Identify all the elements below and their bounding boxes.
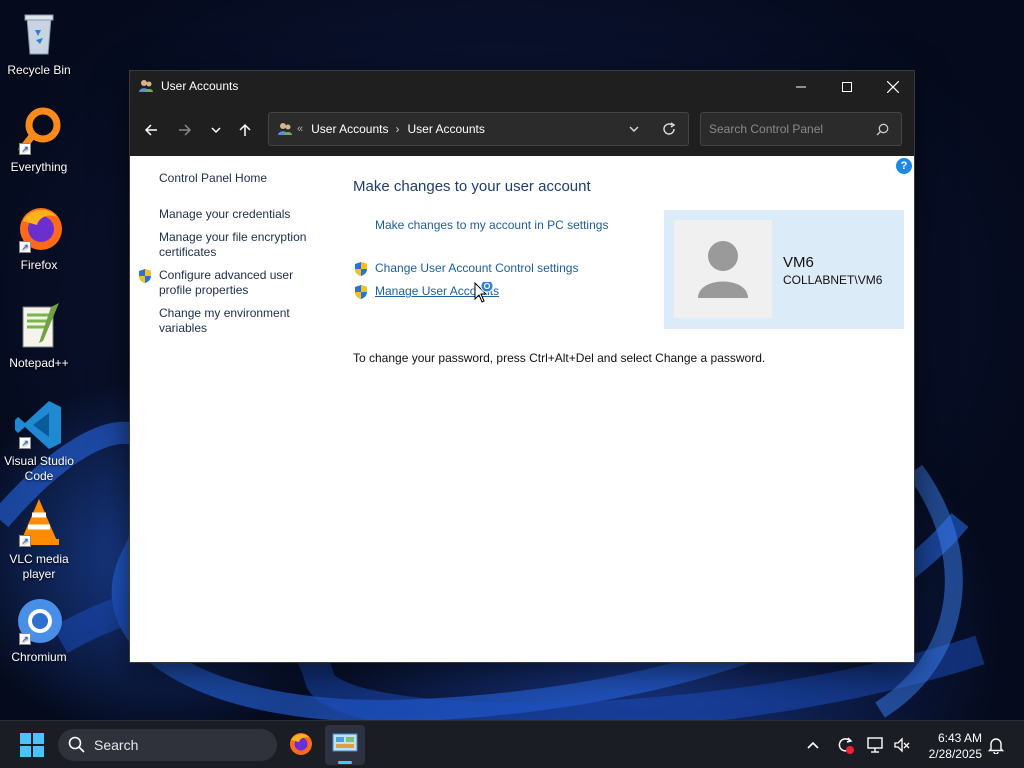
firefox-icon (290, 733, 312, 755)
network-icon[interactable] (866, 735, 886, 755)
title-bar[interactable]: User Accounts (130, 71, 914, 102)
desktop-icon-label: Everything (10, 160, 68, 174)
volume-muted-icon[interactable] (892, 735, 912, 755)
windows-logo-icon (20, 733, 44, 757)
maximize-button[interactable] (824, 71, 870, 102)
back-button[interactable] (139, 118, 163, 142)
forward-button[interactable] (173, 118, 197, 142)
chevron-down-icon (629, 126, 639, 132)
clock-time: 6:43 AM (937, 731, 982, 745)
everything-icon: ↗ (13, 105, 65, 157)
advanced-profile-properties-link[interactable]: Configure advanced user profile properti… (159, 268, 319, 298)
arrow-up-icon (239, 123, 251, 136)
navigation-bar: « User Accounts › User Accounts (130, 102, 914, 156)
active-indicator (338, 761, 352, 764)
loading-cursor-icon (474, 282, 496, 303)
show-hidden-icons-button[interactable] (803, 735, 823, 755)
control-panel-icon (332, 733, 358, 752)
search-input[interactable] (709, 122, 869, 136)
desktop-icon-label: Recycle Bin (7, 63, 71, 77)
user-domain: COLLABNET\VM6 (783, 273, 883, 287)
desktop-icon-everything[interactable]: ↗ Everything (0, 105, 78, 175)
window-title: User Accounts (161, 79, 239, 93)
clock[interactable]: 6:43 AM 2/28/2025 (929, 730, 982, 762)
close-button[interactable] (870, 71, 916, 102)
manage-credentials-link[interactable]: Manage your credentials (159, 207, 319, 222)
desktop-icon-notepadpp[interactable]: Notepad++ (0, 301, 78, 371)
chromium-icon: ↗ (13, 595, 65, 647)
taskbar-search-label: Search (94, 737, 139, 753)
taskbar-search[interactable]: Search (58, 729, 277, 761)
breadcrumb-separator-icon: › (395, 122, 400, 136)
desktop-icon-label: Firefox (20, 258, 58, 272)
recycle-bin-icon (13, 8, 65, 60)
arrow-left-icon (144, 124, 157, 136)
search-icon (68, 736, 85, 753)
desktop-icon-label: Visual Studio Code (4, 454, 74, 483)
user-accounts-window: User Accounts « User Accounts › User Acc… (129, 70, 915, 663)
taskbar: Search 6:43 AM 2/28/2025 (0, 720, 1024, 768)
control-panel-home-link[interactable]: Control Panel Home (159, 171, 319, 186)
help-button[interactable]: ? (896, 158, 912, 174)
desktop-icon-label: Chromium (11, 650, 67, 664)
user-name: VM6 (783, 254, 814, 271)
breadcrumb-overflow[interactable]: « (297, 123, 303, 135)
uac-shield-icon (353, 261, 369, 277)
clock-date: 2/28/2025 (928, 747, 982, 761)
refresh-button[interactable] (662, 122, 676, 136)
search-control-panel[interactable] (700, 112, 902, 146)
close-icon (887, 80, 899, 93)
password-change-note: To change your password, press Ctrl+Alt+… (353, 351, 766, 365)
address-bar[interactable]: « User Accounts › User Accounts (268, 112, 689, 146)
maximize-icon (842, 81, 852, 92)
desktop-icon-label: Notepad++ (9, 356, 69, 370)
uac-settings-link[interactable]: Change User Account Control settings (375, 261, 578, 275)
desktop-icon-label: VLC media player (9, 552, 69, 581)
environment-variables-link[interactable]: Change my environment variables (159, 306, 319, 336)
minimize-icon (796, 86, 806, 87)
file-encryption-link[interactable]: Manage your file encryption certificates (159, 230, 319, 260)
firefox-icon: ↗ (13, 203, 65, 255)
chevron-up-icon (807, 741, 819, 749)
address-dropdown-button[interactable] (628, 123, 640, 135)
avatar[interactable] (674, 220, 772, 318)
notifications-button[interactable] (986, 735, 1006, 755)
desktop-icon-chromium[interactable]: ↗ Chromium (0, 595, 78, 665)
minimize-button[interactable] (778, 71, 824, 102)
update-status-icon[interactable] (835, 735, 855, 755)
user-accounts-small-icon (277, 121, 293, 137)
content-area: ? Control Panel Home Manage your credent… (130, 156, 914, 662)
user-silhouette-icon (698, 241, 748, 298)
desktop-icon-vlc[interactable]: ↗ VLC media player (0, 497, 78, 582)
uac-shield-icon (137, 268, 153, 284)
chevron-down-icon (211, 127, 221, 134)
breadcrumb-item[interactable]: User Accounts (311, 122, 388, 136)
search-icon[interactable] (876, 123, 889, 136)
recent-locations-button[interactable] (204, 118, 228, 142)
desktop-icon-recycle-bin[interactable]: Recycle Bin (0, 8, 78, 78)
desktop-icon-firefox[interactable]: ↗ Firefox (0, 203, 78, 273)
user-accounts-icon (138, 78, 154, 94)
page-title: Make changes to your user account (353, 178, 591, 195)
refresh-icon (663, 122, 676, 135)
arrow-right-icon (179, 124, 192, 136)
vscode-icon: ↗ (13, 399, 65, 451)
user-account-panel: VM6 COLLABNET\VM6 (664, 210, 904, 329)
notepadpp-icon (13, 301, 65, 353)
uac-shield-icon (353, 284, 369, 300)
start-button[interactable] (20, 733, 44, 760)
bell-icon (987, 738, 1005, 754)
vlc-icon: ↗ (13, 497, 65, 549)
breadcrumb-item-current[interactable]: User Accounts (408, 122, 485, 136)
up-button[interactable] (233, 118, 257, 142)
pc-settings-link[interactable]: Make changes to my account in PC setting… (375, 218, 608, 232)
taskbar-control-panel[interactable] (325, 725, 365, 765)
taskbar-firefox[interactable] (288, 731, 314, 760)
desktop-icon-vscode[interactable]: ↗ Visual Studio Code (0, 399, 78, 484)
